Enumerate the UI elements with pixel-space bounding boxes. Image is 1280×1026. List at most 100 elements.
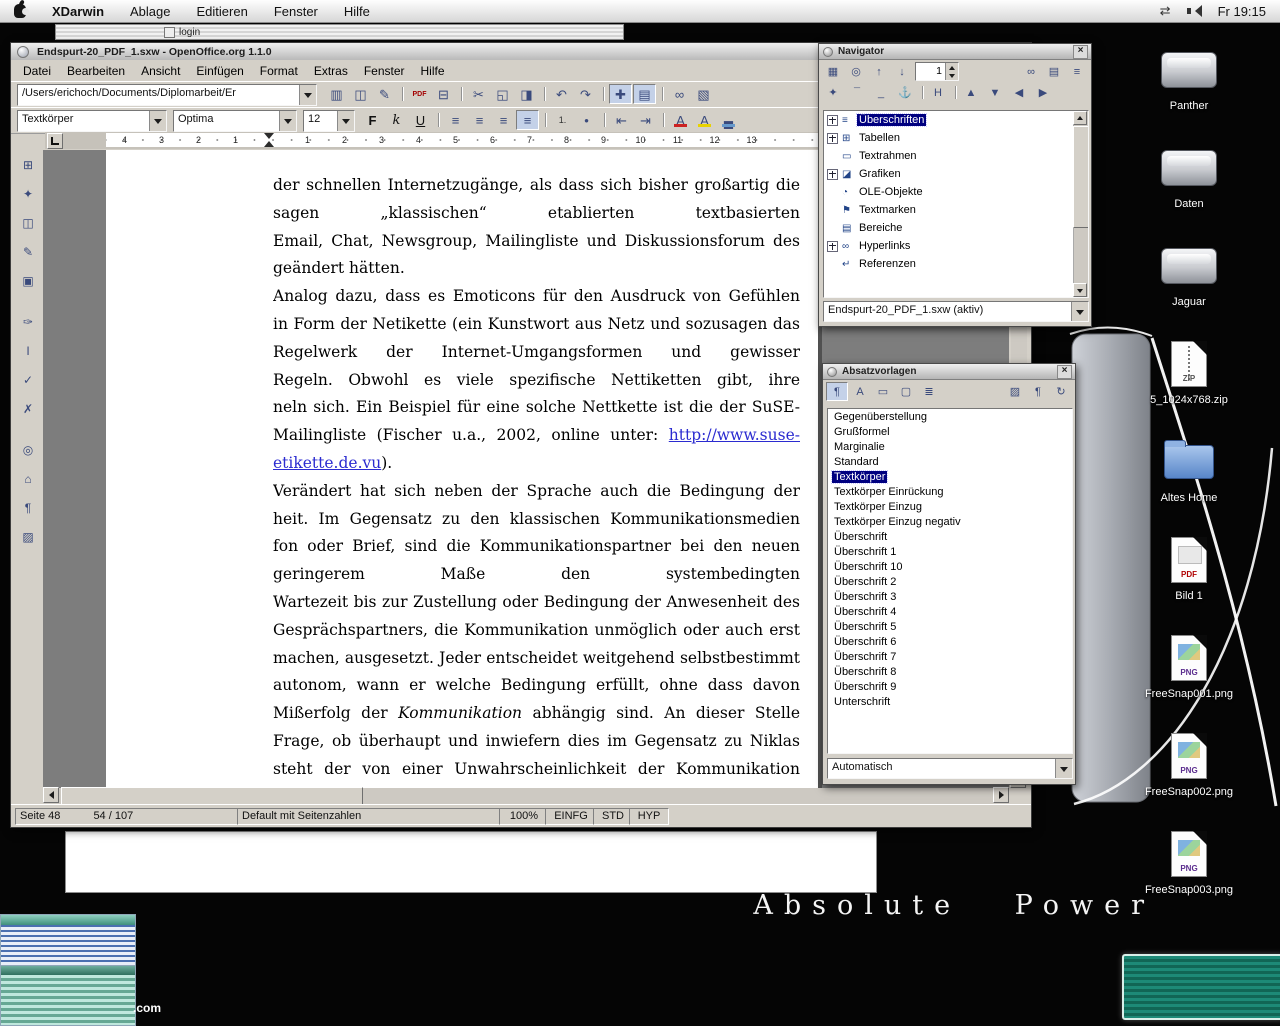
- font-size-value[interactable]: 12: [304, 111, 337, 131]
- document-selector-value[interactable]: Endspurt-20_PDF_1.sxw (aktiv): [824, 302, 1071, 321]
- style-item[interactable]: Überschrift 5: [828, 619, 1072, 634]
- style-item[interactable]: Überschrift: [828, 529, 1072, 544]
- indent-marker[interactable]: [264, 133, 275, 147]
- paragraph-styles-window[interactable]: Absatzvorlagen × ¶A▭▢≣ ▨¶↻ Gegenüberstel…: [822, 363, 1076, 785]
- navigator-tree-item[interactable]: ▤ Bereiche: [824, 219, 1074, 237]
- close-icon[interactable]: ×: [1073, 45, 1088, 59]
- style-item[interactable]: Überschrift 3: [828, 589, 1072, 604]
- copy-icon[interactable]: ◱: [491, 84, 514, 104]
- navigation-icon[interactable]: ◎: [845, 62, 867, 81]
- background-window-bottom-right[interactable]: [1122, 954, 1280, 1020]
- paragraph-styles-icon[interactable]: ¶: [826, 382, 848, 401]
- navigator-window[interactable]: Navigator × ▦◎↑↓ 1 ∞▤≡ ✦¯_⚓H▲▼◀▶ ≡ Üb: [818, 43, 1092, 327]
- navigator-tree-item[interactable]: ∞ Hyperlinks: [824, 237, 1074, 255]
- spin-up-button[interactable]: [946, 63, 958, 72]
- navigator-tree-item[interactable]: ▭ Textrahmen: [824, 147, 1074, 165]
- navigator-tree-item[interactable]: ↵ Referenzen: [824, 255, 1074, 273]
- style-item[interactable]: Überschrift 10: [828, 559, 1072, 574]
- highlighting-icon[interactable]: A: [693, 110, 716, 130]
- list-scroll-up-button[interactable]: [1073, 111, 1087, 125]
- navigator-tree-item[interactable]: ⊞ Tabellen: [824, 129, 1074, 147]
- footer-icon[interactable]: _: [870, 83, 892, 102]
- insert-object-icon[interactable]: ◫: [16, 212, 40, 234]
- underline-icon[interactable]: U: [409, 110, 432, 130]
- insert-mode-indicator[interactable]: EINFG: [545, 808, 597, 825]
- style-item[interactable]: Überschrift 9: [828, 679, 1072, 694]
- increase-indent-icon[interactable]: ⇥: [634, 110, 657, 130]
- style-item[interactable]: Überschrift 2: [828, 574, 1072, 589]
- style-item[interactable]: Textkörper Einzug: [828, 499, 1072, 514]
- style-item[interactable]: Textkörper Einrückung: [828, 484, 1072, 499]
- undo-icon[interactable]: ↶: [550, 84, 573, 104]
- style-item[interactable]: Überschrift 1: [828, 544, 1072, 559]
- window-menu-icon[interactable]: [827, 367, 837, 377]
- display-icon[interactable]: ⇄: [1160, 3, 1171, 19]
- style-filter-value[interactable]: Automatisch: [828, 759, 1055, 778]
- demote-chapter-icon[interactable]: ▼: [984, 83, 1006, 102]
- style-item[interactable]: Marginalie: [828, 439, 1072, 454]
- paste-icon[interactable]: ◨: [515, 84, 538, 104]
- frame-styles-icon[interactable]: ▭: [872, 382, 894, 401]
- open-icon[interactable]: ▥: [325, 84, 348, 104]
- datasources-icon[interactable]: ⌂: [16, 468, 40, 490]
- menu-item[interactable]: Hilfe: [344, 4, 370, 19]
- graphics-onoff-icon[interactable]: ▨: [16, 526, 40, 548]
- justify-icon[interactable]: ≡: [516, 110, 539, 130]
- expander-icon[interactable]: [827, 241, 838, 252]
- font-dropdown-button[interactable]: [279, 111, 296, 131]
- url-field[interactable]: /Users/erichoch/Documents/Diplomarbeit/E…: [18, 85, 299, 105]
- toggle-icon[interactable]: ▦: [822, 62, 844, 81]
- volume-icon[interactable]: [1187, 5, 1202, 17]
- draw-functions-icon[interactable]: ✎: [16, 241, 40, 263]
- spin-down-button[interactable]: [946, 72, 958, 81]
- background-terminal-window-2[interactable]: [0, 965, 136, 1026]
- navigator-tree-item[interactable]: ◪ Grafiken: [824, 165, 1074, 183]
- navigator-icon[interactable]: ✚: [609, 84, 632, 104]
- anchor-text-icon[interactable]: ⚓: [894, 83, 916, 102]
- direct-cursor-icon[interactable]: I: [16, 340, 40, 362]
- stylist-icon[interactable]: ▤: [633, 84, 656, 104]
- paragraph-style-combobox[interactable]: Textkörper: [17, 110, 167, 132]
- menu-item[interactable]: Ablage: [130, 4, 170, 19]
- apple-menu-icon[interactable]: [14, 4, 26, 18]
- url-dropdown-button[interactable]: [299, 85, 316, 105]
- size-dropdown-button[interactable]: [337, 111, 354, 131]
- desktop-icon[interactable]: PNG FreeSnap003.png: [1126, 828, 1252, 926]
- scroll-right-button[interactable]: [993, 787, 1009, 803]
- form-functions-icon[interactable]: ▣: [16, 270, 40, 292]
- tab-stop-type-button[interactable]: [47, 133, 63, 149]
- decrease-indent-icon[interactable]: ⇤: [610, 110, 633, 130]
- font-color-icon[interactable]: A: [669, 110, 692, 130]
- insert-fields-icon[interactable]: ✦: [16, 183, 40, 205]
- content-view-icon[interactable]: ≡: [1066, 62, 1088, 81]
- selection-mode-indicator[interactable]: STD: [593, 808, 633, 825]
- menubar-clock[interactable]: Fr 19:15: [1218, 4, 1266, 19]
- style-item[interactable]: Überschrift 8: [828, 664, 1072, 679]
- fill-format-icon[interactable]: ▨: [1004, 382, 1026, 401]
- previous-icon[interactable]: ↑: [868, 62, 890, 81]
- list-scrollbar[interactable]: [1073, 111, 1088, 297]
- desktop-icon[interactable]: Altes Home: [1126, 436, 1252, 534]
- page-styles-icon[interactable]: ▢: [895, 382, 917, 401]
- redo-icon[interactable]: ↷: [574, 84, 597, 104]
- style-item[interactable]: Überschrift 6: [828, 634, 1072, 649]
- style-item[interactable]: Gegenüberstellung: [828, 409, 1072, 424]
- desktop-icon[interactable]: PDF Bild 1: [1126, 534, 1252, 632]
- menu-item[interactable]: Fenster: [356, 62, 413, 80]
- font-name-combobox[interactable]: Optima: [173, 110, 297, 132]
- menu-item[interactable]: Fenster: [274, 4, 318, 19]
- style-item[interactable]: Überschrift 7: [828, 649, 1072, 664]
- heading-levels-icon[interactable]: H: [927, 83, 949, 102]
- app-menu[interactable]: XDarwin: [52, 4, 104, 19]
- styles-list[interactable]: Gegenüberstellung Grußformel Marginalie …: [827, 408, 1073, 754]
- autotext-icon[interactable]: ✑: [16, 311, 40, 333]
- document-selector-combobox[interactable]: Endspurt-20_PDF_1.sxw (aktiv): [823, 301, 1089, 322]
- style-filter-dropdown[interactable]: [1055, 759, 1072, 778]
- page-number-spinner[interactable]: 1: [915, 62, 959, 81]
- autospellcheck-icon[interactable]: ✗: [16, 398, 40, 420]
- stylist-titlebar[interactable]: Absatzvorlagen ×: [823, 364, 1075, 380]
- page-number-value[interactable]: 1: [916, 63, 945, 80]
- scroll-left-button[interactable]: [43, 787, 59, 803]
- expander-icon[interactable]: [827, 115, 838, 126]
- navigator-titlebar[interactable]: Navigator ×: [819, 44, 1091, 60]
